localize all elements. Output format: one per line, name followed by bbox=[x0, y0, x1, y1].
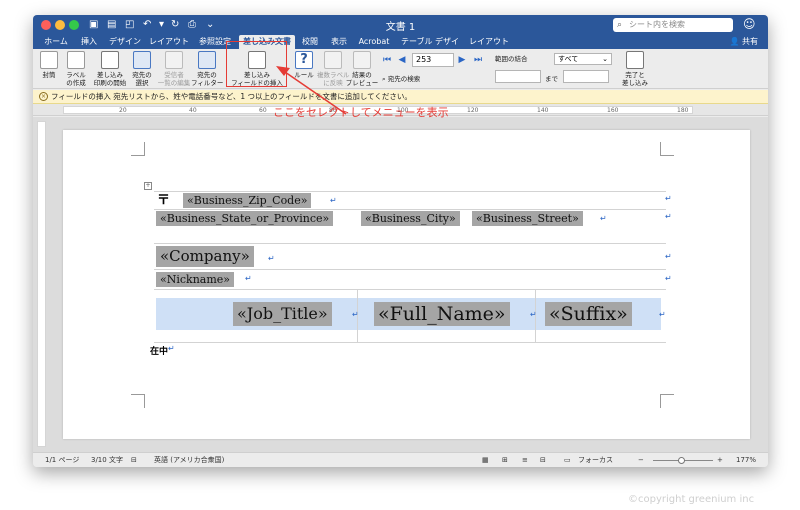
annotation-arrow bbox=[276, 66, 347, 115]
annotation-text: ここをセレクトしてメニューを表示 bbox=[273, 106, 449, 119]
copyright-watermark: ©copyright greenium inc bbox=[628, 494, 755, 505]
